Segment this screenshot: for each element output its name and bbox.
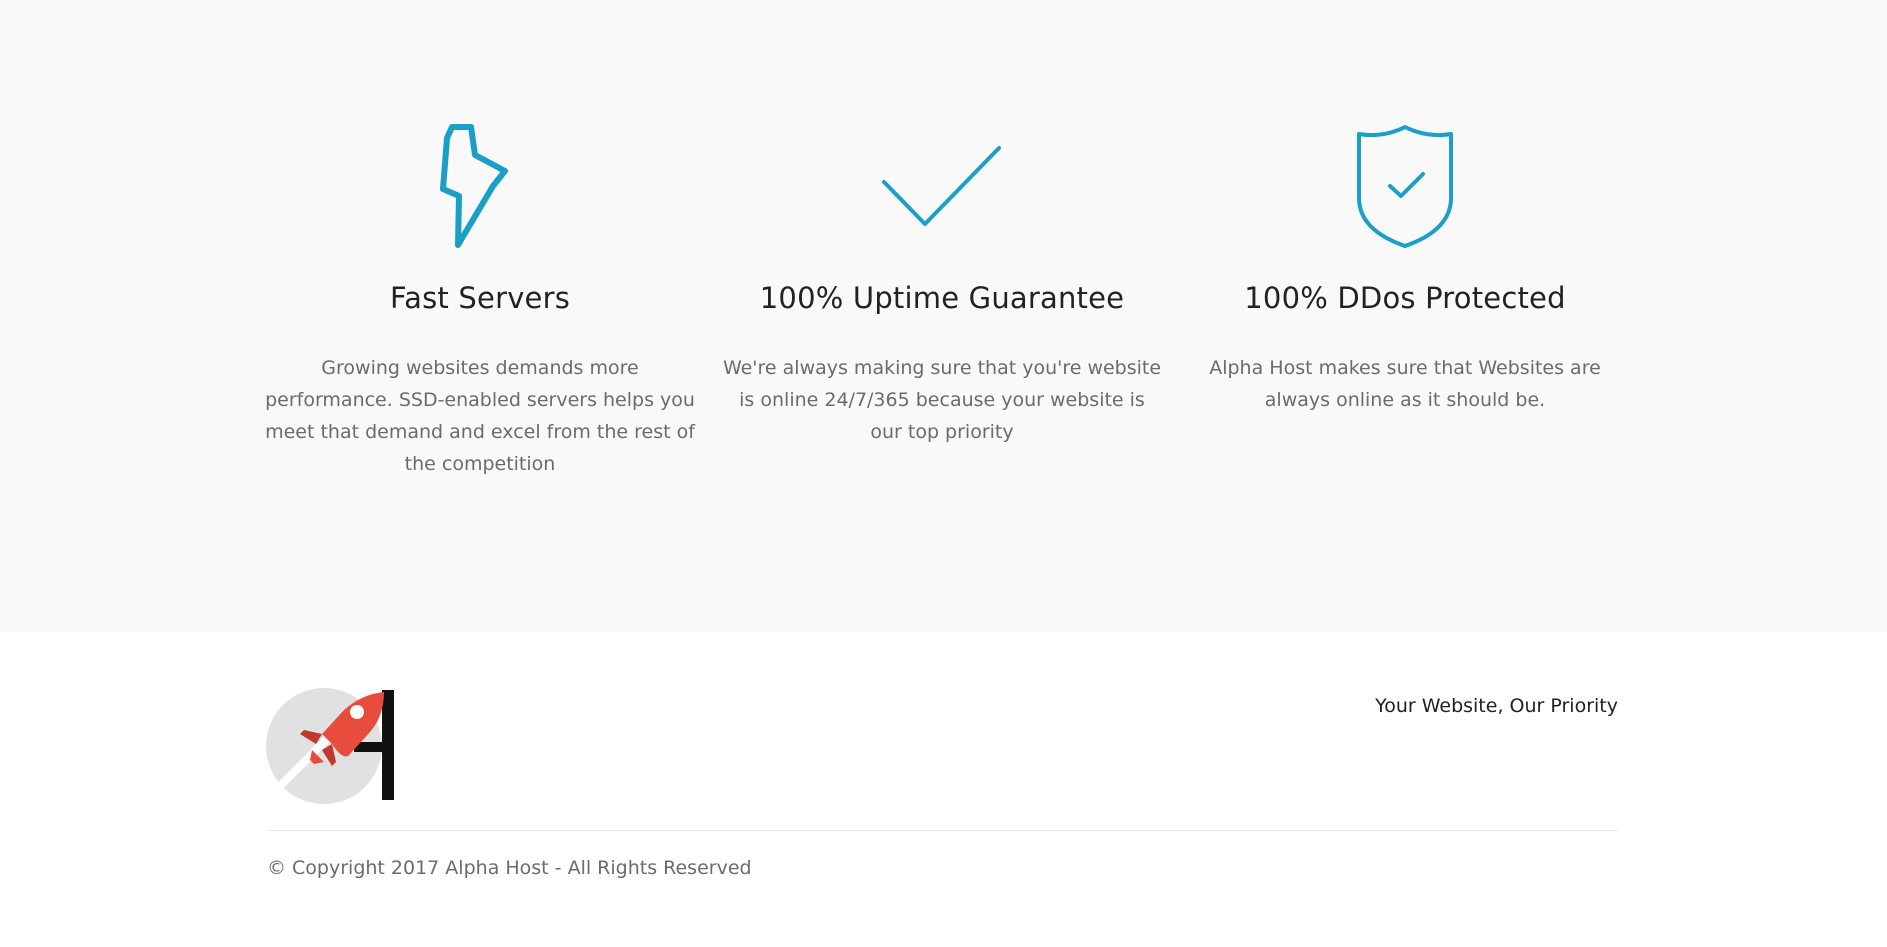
- checkmark-icon: [877, 142, 1007, 232]
- feature-uptime-guarantee: 100% Uptime Guarantee We're always makin…: [722, 0, 1162, 632]
- footer-divider: [267, 830, 1618, 831]
- feature-fast-servers: Fast Servers Growing websites demands mo…: [260, 0, 700, 632]
- lightning-bolt-icon: [435, 124, 525, 250]
- feature-description: We're always making sure that you're web…: [722, 357, 1162, 443]
- alpha-host-logo[interactable]: [263, 685, 400, 804]
- feature-title: 100% DDos Protected: [1244, 281, 1566, 315]
- copyright-text: © Copyright 2017 Alpha Host - All Rights…: [267, 857, 752, 879]
- feature-ddos-protected: 100% DDos Protected Alpha Host makes sur…: [1185, 0, 1625, 632]
- feature-title: Fast Servers: [389, 281, 571, 315]
- feature-title: 100% Uptime Guarantee: [759, 281, 1125, 315]
- features-section: Fast Servers Growing websites demands mo…: [0, 0, 1887, 632]
- shield-check-icon: [1353, 124, 1457, 250]
- feature-description: Alpha Host makes sure that Websites are …: [1209, 357, 1601, 411]
- footer-tagline: Your Website, Our Priority: [1375, 695, 1618, 717]
- feature-description: Growing websites demands more performanc…: [265, 357, 695, 475]
